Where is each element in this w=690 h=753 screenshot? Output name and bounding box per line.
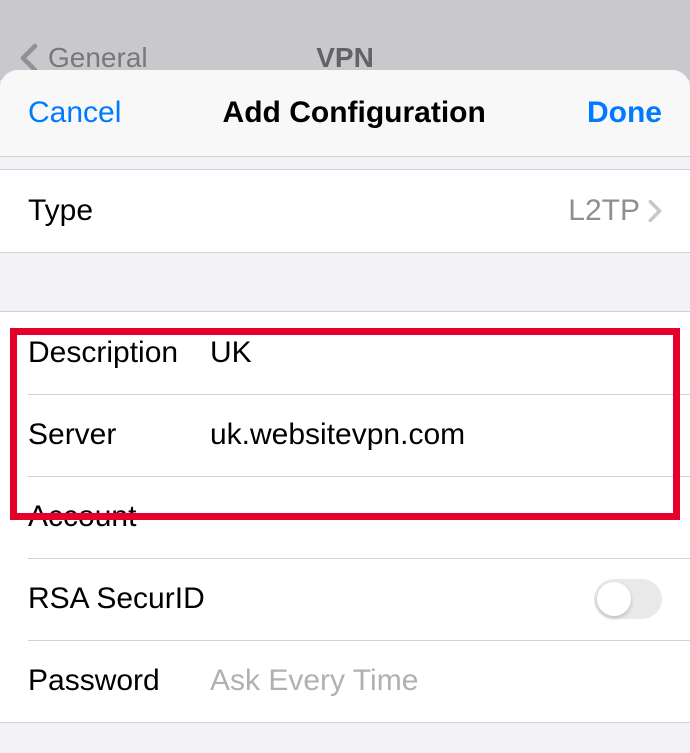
password-row[interactable]: Password — [0, 640, 690, 722]
account-row[interactable]: Account — [0, 476, 690, 558]
description-input[interactable] — [210, 336, 662, 370]
rsa-toggle[interactable] — [594, 579, 662, 619]
done-button[interactable]: Done — [587, 96, 662, 130]
description-row[interactable]: Description — [0, 312, 690, 394]
type-group: Type L2TP — [0, 169, 690, 253]
password-label: Password — [28, 664, 210, 698]
password-input[interactable] — [210, 664, 662, 698]
chevron-left-icon — [20, 43, 38, 73]
modal-sheet: Cancel Add Configuration Done Type L2TP … — [0, 70, 690, 753]
fields-group: Description Server Account RSA SecurID P… — [0, 311, 690, 723]
rsa-row: RSA SecurID — [0, 558, 690, 640]
description-label: Description — [28, 336, 210, 370]
account-label: Account — [28, 500, 210, 534]
server-input[interactable] — [210, 418, 662, 452]
rsa-label: RSA SecurID — [28, 582, 205, 616]
server-label: Server — [28, 418, 210, 452]
server-row[interactable]: Server — [0, 394, 690, 476]
account-input[interactable] — [210, 500, 662, 534]
modal-title: Add Configuration — [223, 96, 486, 130]
chevron-right-icon — [648, 199, 662, 223]
type-label: Type — [28, 194, 210, 228]
type-value: L2TP — [568, 194, 640, 228]
switch-knob — [597, 582, 631, 616]
modal-header: Cancel Add Configuration Done — [0, 70, 690, 157]
cancel-button[interactable]: Cancel — [28, 96, 121, 130]
type-row[interactable]: Type L2TP — [0, 170, 690, 252]
